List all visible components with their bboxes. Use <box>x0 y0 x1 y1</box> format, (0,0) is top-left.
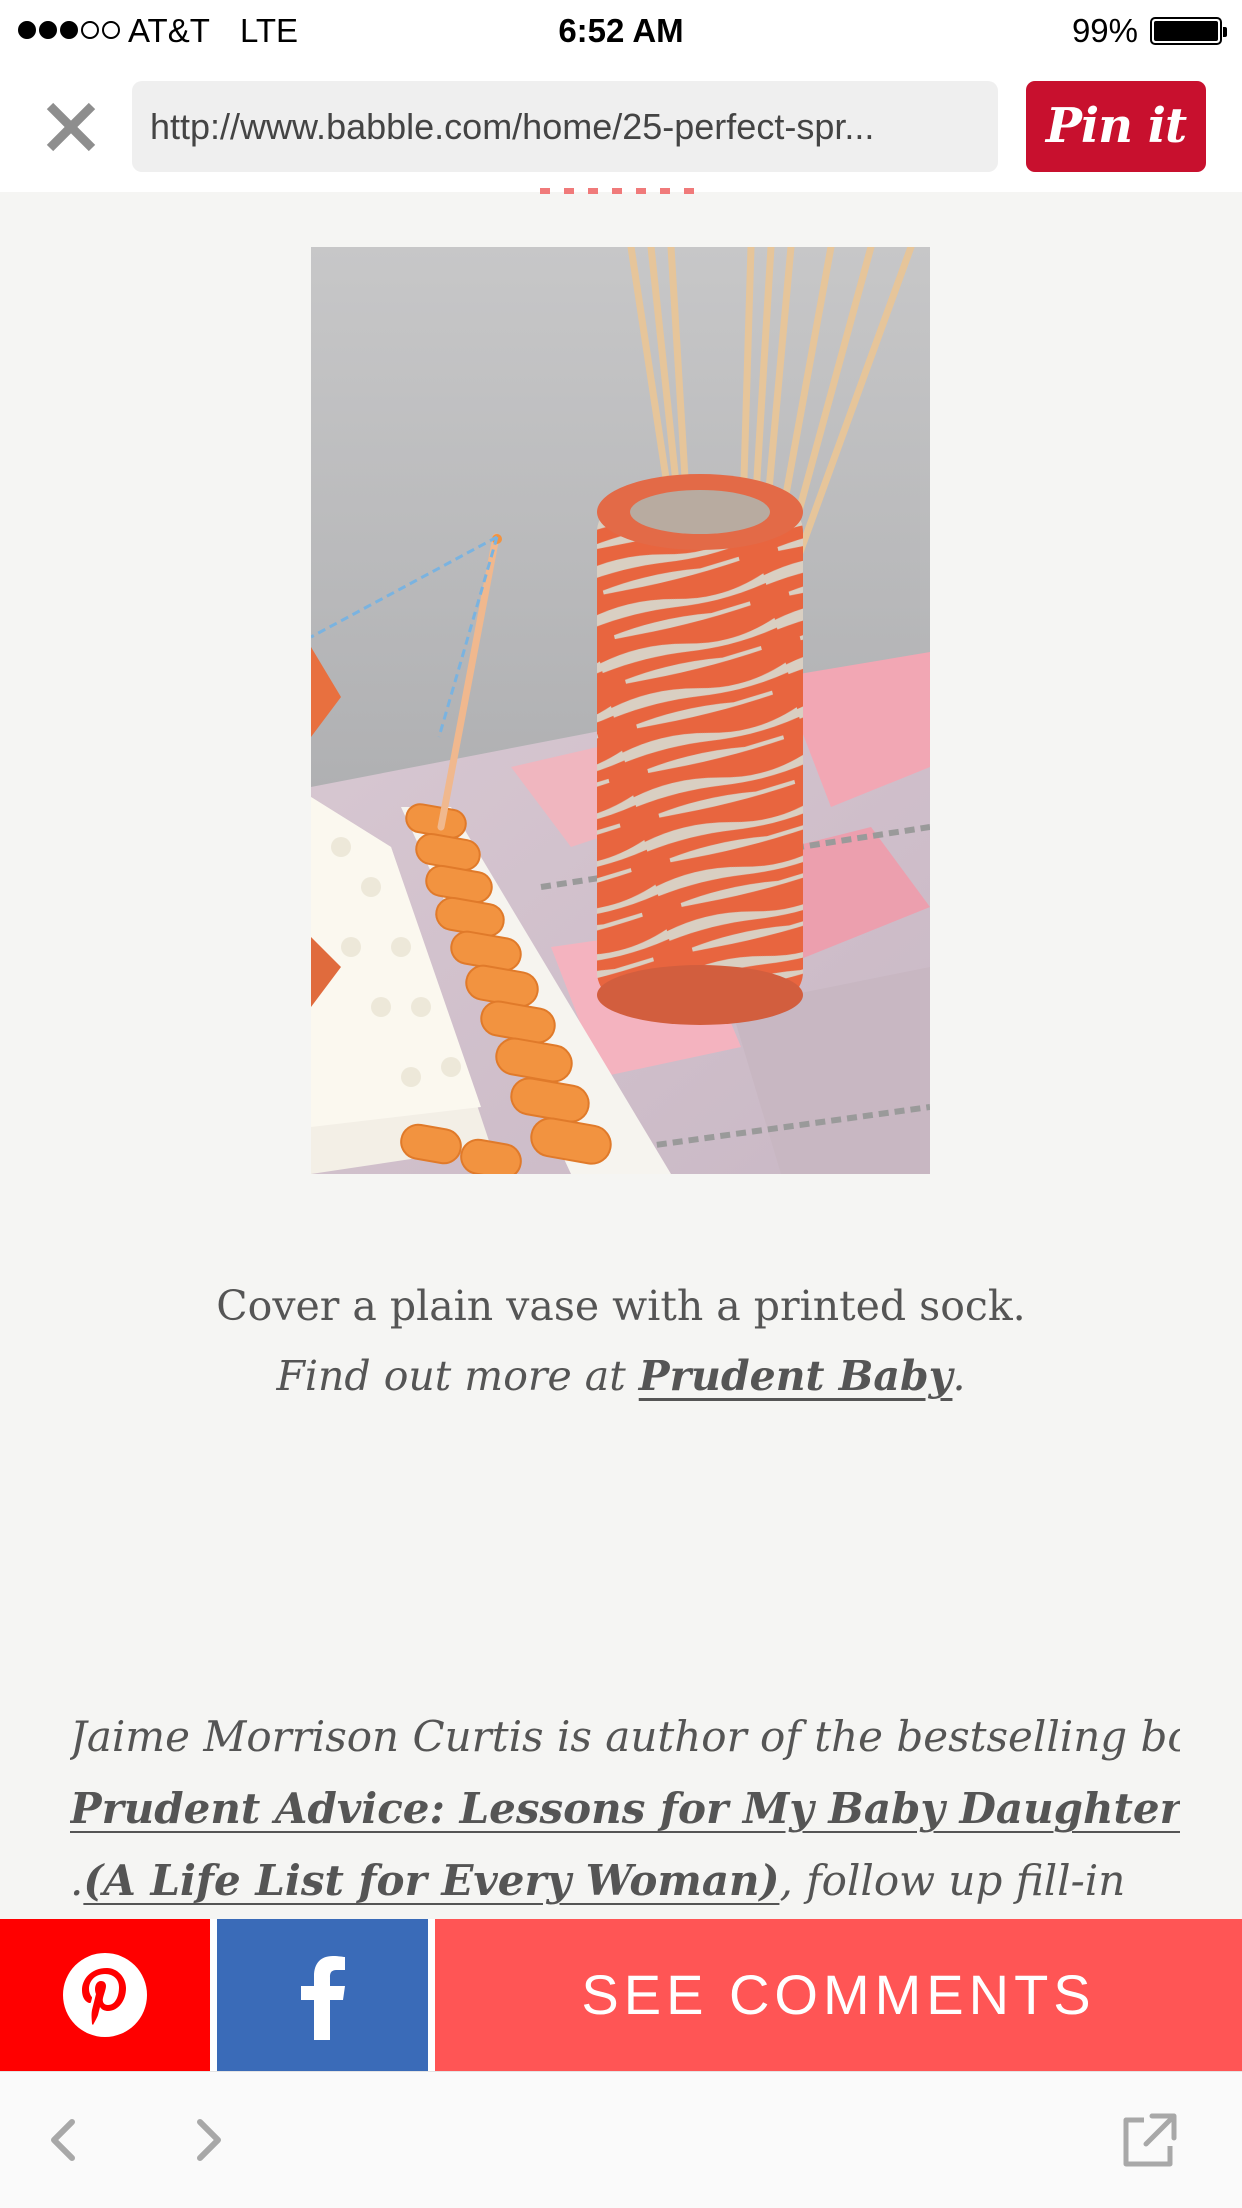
browser-toolbar <box>0 2071 1242 2208</box>
pinterest-icon <box>63 1953 147 2037</box>
caption-suffix: . <box>952 1352 966 1400</box>
caption-prefix: Find out more at <box>276 1352 639 1400</box>
share-bar: SEE COMMENTS <box>0 1919 1242 2071</box>
photo-caption-source: Find out more at Prudent Baby. <box>0 1352 1242 1400</box>
pinterest-share-button[interactable] <box>0 1919 210 2071</box>
clock: 6:52 AM <box>558 12 684 49</box>
photo-caption: Cover a plain vase with a printed sock. <box>216 1282 1026 1330</box>
chevron-right-icon <box>197 2119 221 2161</box>
battery-icon <box>1150 17 1227 45</box>
vase-photo-illustration <box>311 247 930 1174</box>
forward-button[interactable] <box>178 2110 238 2170</box>
book-subtitle-link[interactable]: (A Life List for Every Woman) <box>83 1856 779 1905</box>
article-photo <box>311 247 930 1174</box>
pin-it-button[interactable]: Pin it <box>1026 81 1206 172</box>
battery-percent: 99% <box>1071 12 1138 49</box>
author-bio-book-line: Prudent Advice: Lessons for My Baby Daug… <box>70 1784 1180 1833</box>
see-comments-button[interactable]: SEE COMMENTS <box>435 1919 1242 2071</box>
chevron-left-icon <box>51 2119 75 2161</box>
author-bio-line: .(A Life List for Every Woman), follow u… <box>70 1856 1180 1905</box>
bio-prefix: . <box>70 1856 84 1905</box>
url-bar: http://www.babble.com/home/25-perfect-sp… <box>0 62 1242 192</box>
open-external-icon <box>1123 2113 1177 2167</box>
previous-content-fragment <box>540 188 696 194</box>
url-field[interactable]: http://www.babble.com/home/25-perfect-sp… <box>132 81 998 172</box>
close-button[interactable] <box>40 96 102 158</box>
back-button[interactable] <box>34 2110 94 2170</box>
facebook-icon <box>300 1956 345 2040</box>
author-bio-line: Jaime Morrison Curtis is author of the b… <box>70 1712 1180 1761</box>
facebook-share-button[interactable] <box>217 1919 428 2071</box>
prudent-baby-link[interactable]: Prudent Baby <box>639 1352 953 1400</box>
status-bar: AT&T LTE 6:52 AM 99% <box>0 0 1242 62</box>
book-link[interactable]: Prudent Advice: Lessons for My Baby Daug… <box>70 1784 1180 1833</box>
bio-suffix: , follow up fill-in <box>779 1856 1126 1905</box>
open-in-browser-button[interactable] <box>1118 2110 1178 2170</box>
close-icon <box>46 102 96 152</box>
